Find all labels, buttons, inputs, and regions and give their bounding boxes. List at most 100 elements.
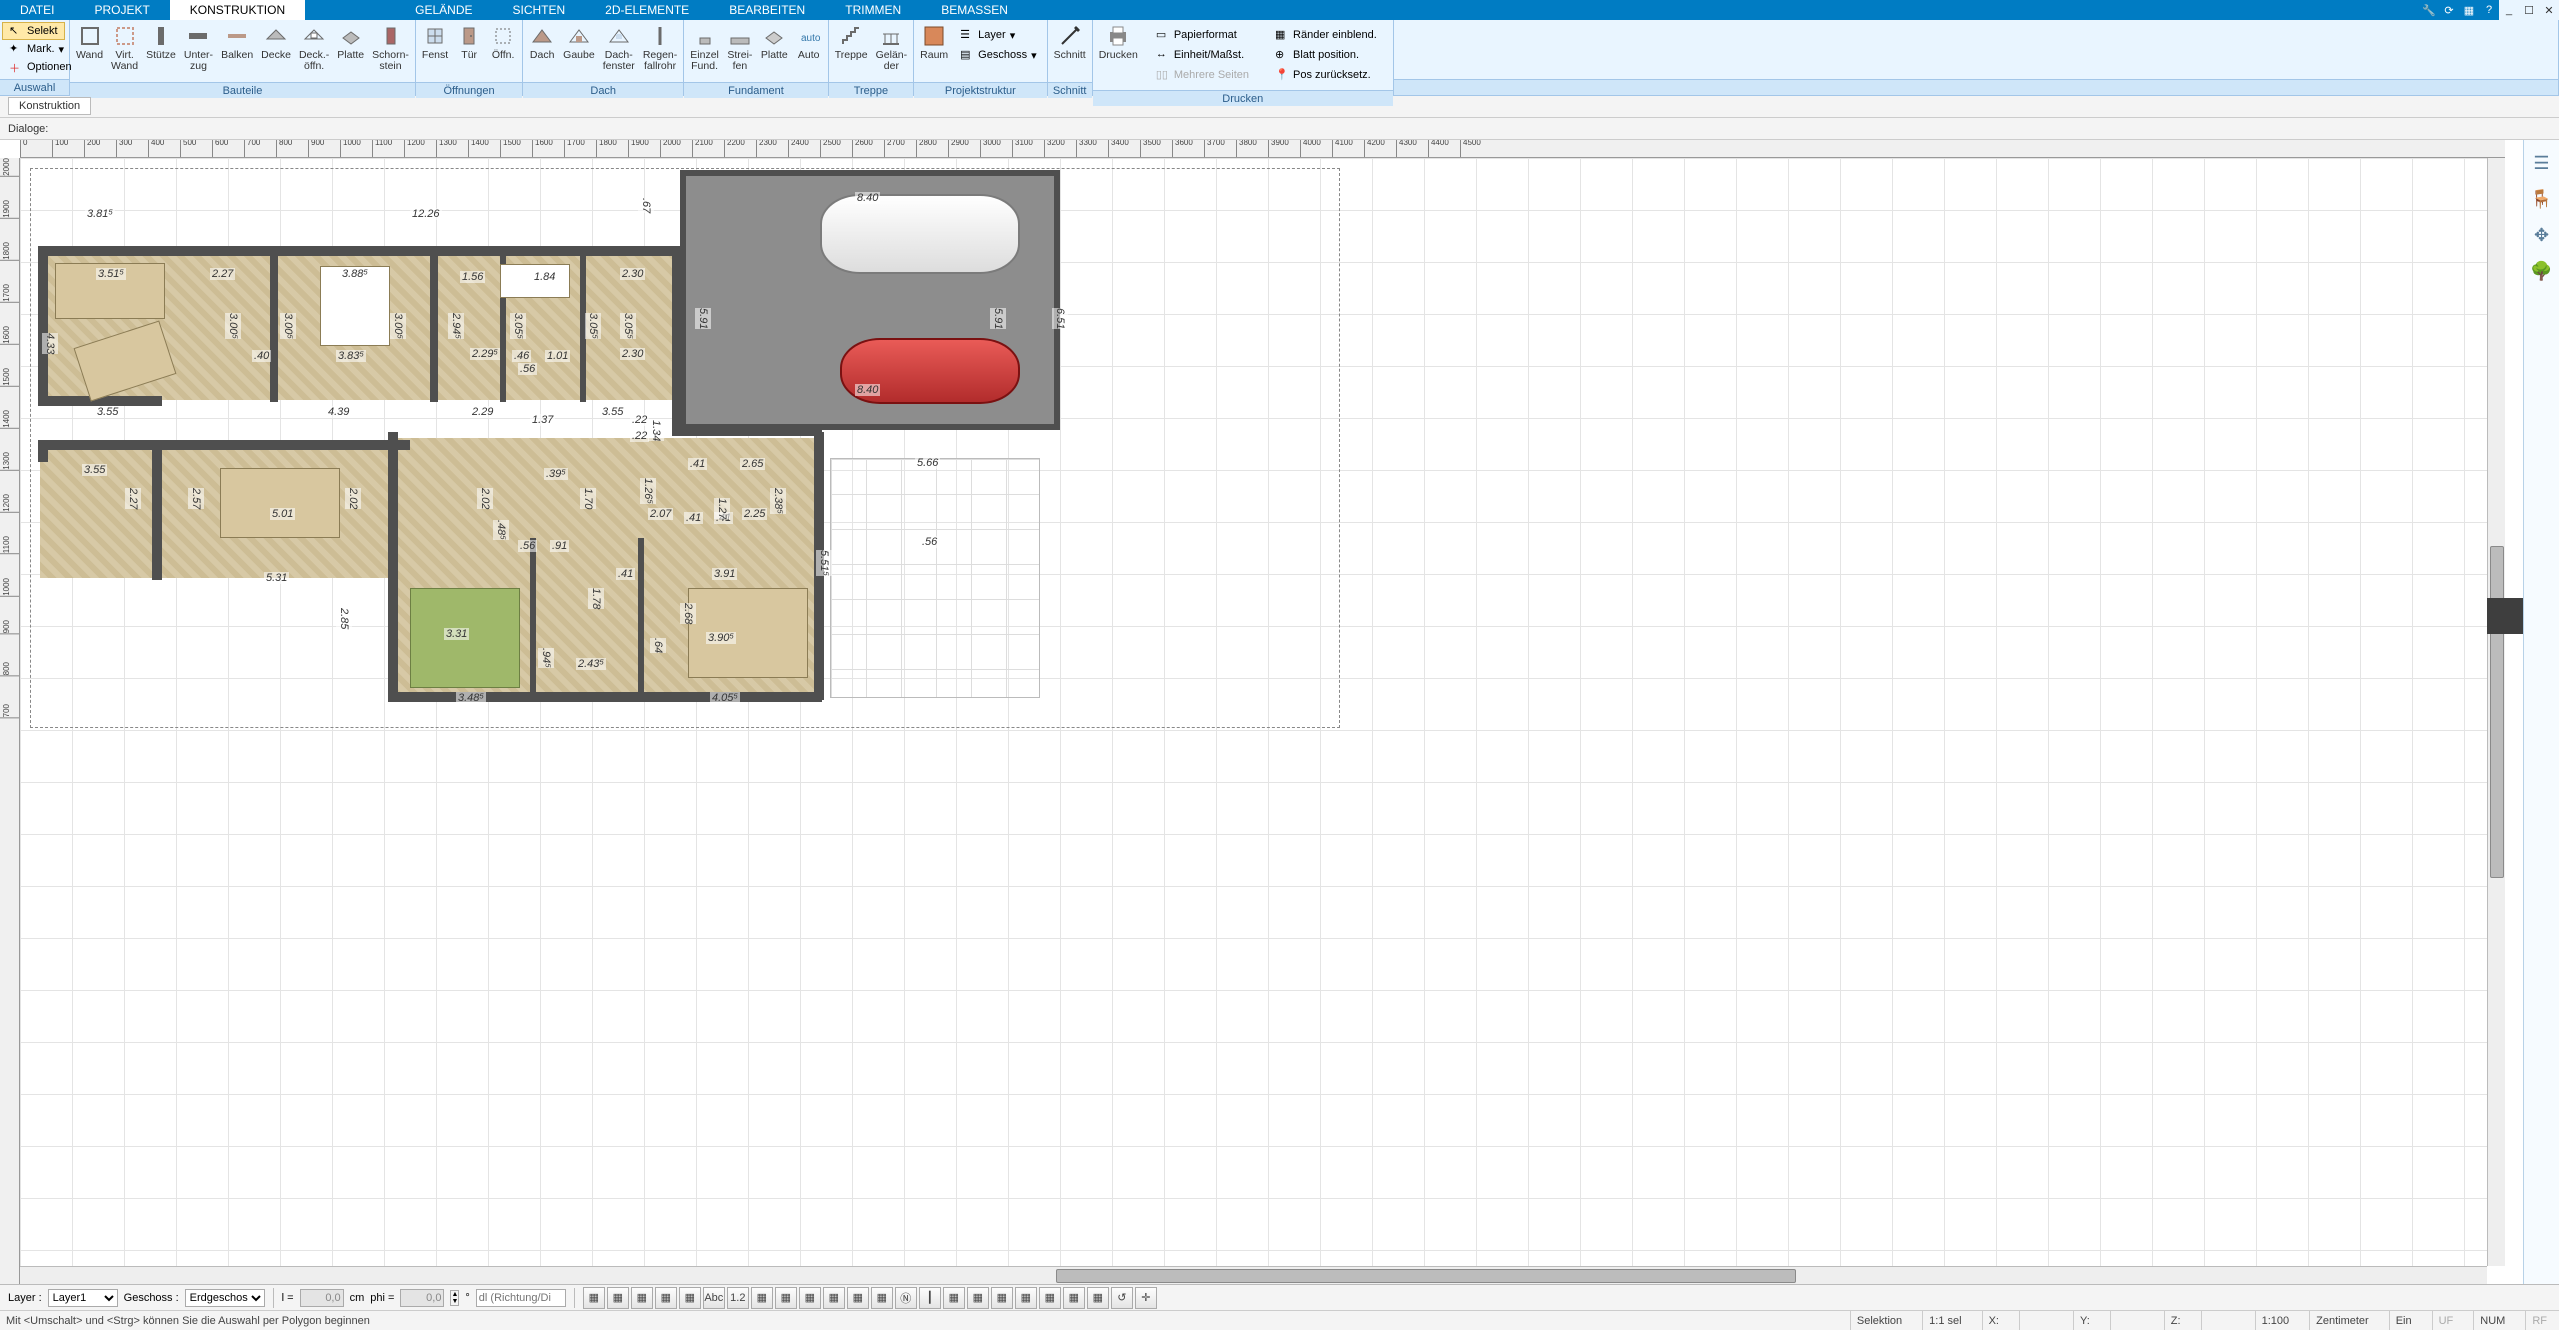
auto-button[interactable]: autoAuto xyxy=(792,22,826,80)
tb-para3[interactable]: ▦ xyxy=(871,1287,893,1309)
tb-grid1[interactable]: ▦ xyxy=(943,1287,965,1309)
schnitt-button[interactable]: Schnitt xyxy=(1050,22,1090,80)
decke-button[interactable]: Decke xyxy=(257,22,295,80)
tb-dim12[interactable]: 1.2 xyxy=(727,1287,749,1309)
maximize-icon[interactable]: ☐ xyxy=(2519,0,2539,20)
raum-button[interactable]: Raum xyxy=(916,22,952,80)
menu-konstruktion[interactable]: KONSTRUKTION xyxy=(170,0,305,20)
platte2-button[interactable]: Platte xyxy=(757,22,792,80)
phi-step-up[interactable]: ▲ xyxy=(451,1291,458,1298)
tb-grid4[interactable]: ▦ xyxy=(1015,1287,1037,1309)
minimize-icon[interactable]: _ xyxy=(2499,0,2519,20)
platte-button[interactable]: Platte xyxy=(333,22,368,80)
side-tab[interactable] xyxy=(2487,598,2523,634)
selekt-button[interactable]: ↖Selekt xyxy=(2,22,65,40)
tb-center[interactable]: ▦ xyxy=(631,1287,653,1309)
stuetze-button[interactable]: Stütze xyxy=(142,22,180,80)
menu-datei[interactable]: DATEI xyxy=(0,0,74,20)
menu-blank[interactable] xyxy=(305,0,395,20)
dachfenster-button[interactable]: Dach-fenster xyxy=(599,22,639,80)
wrench-icon[interactable]: 🔧 xyxy=(2419,0,2439,20)
menu-projekt[interactable]: PROJEKT xyxy=(74,0,169,20)
dach-button[interactable]: Dach xyxy=(525,22,559,80)
oeffn-button[interactable]: Öffn. xyxy=(486,22,520,80)
tb-rect2[interactable]: ▦ xyxy=(799,1287,821,1309)
menu-bemassen[interactable]: BEMASSEN xyxy=(921,0,1028,20)
tb-grid3[interactable]: ▦ xyxy=(991,1287,1013,1309)
regenfallrohr-button[interactable]: Regen-fallrohr xyxy=(639,22,681,80)
unterzug-button[interactable]: Unter-zug xyxy=(180,22,217,80)
drawing-canvas[interactable]: 0100200300400500600700800900100011001200… xyxy=(0,140,2523,1284)
tb-left-align[interactable]: ▦ xyxy=(655,1287,677,1309)
refresh-icon[interactable]: ⟳ xyxy=(2439,0,2459,20)
optionen-button[interactable]: ＋Optionen xyxy=(2,58,79,76)
view-icon[interactable]: ▦ xyxy=(2459,0,2479,20)
geschoss-select[interactable]: Erdgeschoss xyxy=(185,1289,265,1307)
mehrere-seiten-link[interactable]: ▯▯Mehrere Seiten xyxy=(1150,66,1255,84)
tb-checker[interactable]: ▦ xyxy=(1087,1287,1109,1309)
tb-half[interactable]: ▦ xyxy=(607,1287,629,1309)
dl-input[interactable] xyxy=(476,1289,566,1307)
viewport[interactable]: 3.81⁵ 12.26 .67 8.40 8.40 3.51⁵ 2.27 3.8… xyxy=(20,158,2487,1266)
menu-bearbeiten[interactable]: BEARBEITEN xyxy=(709,0,825,20)
mark-button[interactable]: ✦Mark.▾ xyxy=(2,40,71,58)
gelaender-button[interactable]: Gelän-der xyxy=(872,22,912,80)
v-scroll-thumb[interactable] xyxy=(2490,546,2504,878)
fenst-button[interactable]: Fenst xyxy=(418,22,452,80)
ruler-tick: 3600 xyxy=(1172,140,1193,158)
tb-abc[interactable]: Abc xyxy=(703,1287,725,1309)
treppe-button[interactable]: Treppe xyxy=(831,22,872,80)
einzelfund-button[interactable]: EinzelFund. xyxy=(686,22,723,80)
gaube-button[interactable]: Gaube xyxy=(559,22,599,80)
tb-vline[interactable]: ┃ xyxy=(919,1287,941,1309)
geschoss-dropdown[interactable]: ▤Geschoss ▾ xyxy=(954,46,1042,64)
tb-rect[interactable]: ▦ xyxy=(775,1287,797,1309)
blattpos-link[interactable]: ⊕Blatt position. xyxy=(1269,46,1383,64)
papierformat-link[interactable]: ▭Papierformat xyxy=(1150,26,1255,44)
h-scrollbar[interactable] xyxy=(20,1266,2487,1284)
ruler-vertical[interactable]: 2000190018001700160015001400130012001100… xyxy=(0,158,20,1284)
einheit-link[interactable]: ↔Einheit/Maßst. xyxy=(1150,46,1255,64)
close-icon[interactable]: ✕ xyxy=(2539,0,2559,20)
menu-sichten[interactable]: SICHTEN xyxy=(493,0,586,20)
phi-input[interactable] xyxy=(400,1289,444,1307)
streifen-button[interactable]: Strei-fen xyxy=(723,22,757,80)
menu-gelaende[interactable]: GELÄNDE xyxy=(395,0,492,20)
layer-select[interactable]: Layer1 xyxy=(48,1289,118,1307)
tb-target[interactable]: ✛ xyxy=(1135,1287,1157,1309)
wall xyxy=(580,254,586,402)
tb-para1[interactable]: ▦ xyxy=(823,1287,845,1309)
tb-dim-style[interactable]: ▦ xyxy=(679,1287,701,1309)
menu-2d-elemente[interactable]: 2D-ELEMENTE xyxy=(585,0,709,20)
schornstein-button[interactable]: Schorn-stein xyxy=(368,22,413,80)
furniture-panel-icon[interactable]: 🪑 xyxy=(2529,186,2555,212)
tb-circle-n[interactable]: Ⓝ xyxy=(895,1287,917,1309)
ruler-horizontal[interactable]: 0100200300400500600700800900100011001200… xyxy=(20,140,2505,158)
tuer-button[interactable]: Tür xyxy=(452,22,486,80)
layers-panel-icon[interactable]: ☰ xyxy=(2529,150,2555,176)
virt-wand-button[interactable]: Virt.Wand xyxy=(107,22,142,80)
drucken-button[interactable]: Drucken xyxy=(1095,22,1142,80)
tab-konstruktion[interactable]: Konstruktion xyxy=(8,97,91,115)
deckoeffn-button[interactable]: Deck.-öffn. xyxy=(295,22,333,80)
pos-reset-link[interactable]: 📍Pos zurücksetz. xyxy=(1269,66,1383,84)
phi-step-down[interactable]: ▼ xyxy=(451,1298,458,1305)
tb-grid5[interactable]: ▦ xyxy=(1039,1287,1061,1309)
h-scroll-thumb[interactable] xyxy=(1056,1269,1796,1283)
tb-grid6[interactable]: ▦ xyxy=(1063,1287,1085,1309)
balken-button[interactable]: Balken xyxy=(217,22,257,80)
tb-bracket[interactable]: ▦ xyxy=(751,1287,773,1309)
layer-dropdown[interactable]: ☰Layer ▾ xyxy=(954,26,1042,44)
help-icon[interactable]: ? xyxy=(2479,0,2499,20)
menu-trimmen[interactable]: TRIMMEN xyxy=(825,0,921,20)
wand-button[interactable]: Wand xyxy=(72,22,107,80)
tree-panel-icon[interactable]: 🌳 xyxy=(2529,258,2555,284)
tb-hatch[interactable]: ▦ xyxy=(583,1287,605,1309)
tb-grid2[interactable]: ▦ xyxy=(967,1287,989,1309)
tb-para2[interactable]: ▦ xyxy=(847,1287,869,1309)
snap-panel-icon[interactable]: ✥ xyxy=(2529,222,2555,248)
tb-reset[interactable]: ↺ xyxy=(1111,1287,1133,1309)
v-scrollbar[interactable] xyxy=(2487,158,2505,1266)
l-input[interactable] xyxy=(300,1289,344,1307)
raender-link[interactable]: ▦Ränder einblend. xyxy=(1269,26,1383,44)
